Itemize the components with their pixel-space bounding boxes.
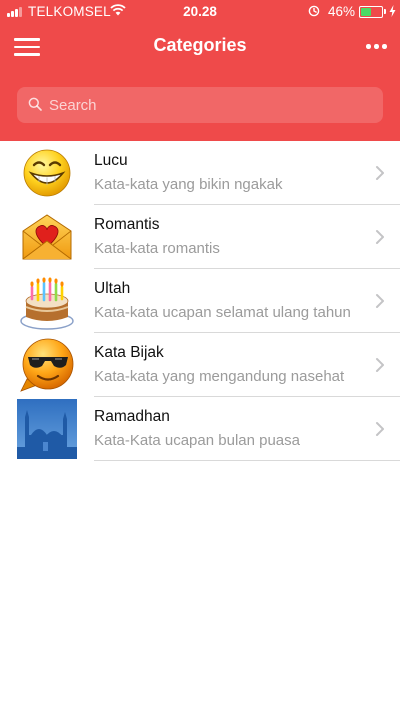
list-item-ultah[interactable]: Ultah Kata-kata ucapan selamat ulang tah… (0, 269, 400, 333)
list-item-lucu[interactable]: Lucu Kata-kata yang bikin ngakak (0, 141, 400, 205)
list-item-subtitle: Kata-kata romantis (94, 240, 220, 257)
more-dots-icon[interactable] (362, 38, 390, 54)
status-bar: TELKOMSEL 20.28 46% (0, 0, 400, 24)
search-input[interactable] (49, 87, 369, 123)
page-title: Categories (153, 35, 247, 55)
chevron-right-icon (376, 294, 384, 308)
chevron-right-icon (376, 230, 384, 244)
list-item-title: Kata Bijak (94, 344, 164, 361)
battery-icon (359, 6, 383, 18)
divider (94, 460, 400, 461)
laughing-smiley-icon (23, 149, 71, 197)
battery-tip (384, 9, 386, 14)
list-item-subtitle: Kata-kata ucapan selamat ulang tahun (94, 304, 351, 321)
cool-sunglasses-smiley-icon (20, 338, 74, 392)
list-item-subtitle: Kata-kata yang mengandung nasehat (94, 368, 345, 385)
chevron-right-icon (376, 358, 384, 372)
mosque-image-icon (17, 399, 77, 459)
list-item-ramadhan[interactable]: Ramadhan Kata-Kata ucapan bulan puasa (0, 397, 400, 461)
birthday-cake-icon (20, 277, 74, 330)
list-item-subtitle: Kata-Kata ucapan bulan puasa (94, 432, 300, 449)
category-list: Lucu Kata-kata yang bikin ngakak Romanti… (0, 141, 400, 461)
list-item-title: Ramadhan (94, 408, 170, 425)
list-item-title: Romantis (94, 216, 160, 233)
list-item-kata-bijak[interactable]: Kata Bijak Kata-kata yang mengandung nas… (0, 333, 400, 397)
list-item-title: Ultah (94, 280, 131, 297)
love-envelope-icon (22, 214, 72, 260)
chevron-right-icon (376, 422, 384, 436)
battery-percent: 46% (328, 4, 356, 19)
charging-bolt-icon (389, 5, 396, 17)
location-lock-icon (308, 5, 320, 17)
search-bar[interactable] (17, 87, 383, 123)
search-icon (28, 97, 42, 111)
chevron-right-icon (376, 166, 384, 180)
list-item-subtitle: Kata-kata yang bikin ngakak (94, 176, 283, 193)
battery-level (361, 8, 372, 16)
list-item-romantis[interactable]: Romantis Kata-kata romantis (0, 205, 400, 269)
list-item-title: Lucu (94, 152, 128, 169)
app-header: TELKOMSEL 20.28 46% Categories (0, 0, 400, 141)
